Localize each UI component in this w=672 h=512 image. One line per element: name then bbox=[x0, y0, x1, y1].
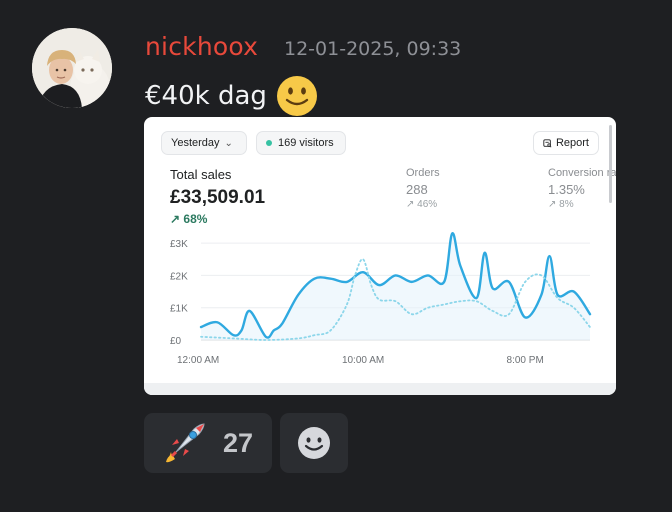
add-reaction-button[interactable] bbox=[280, 413, 348, 473]
x-tick-label: 8:00 PM bbox=[507, 355, 544, 366]
x-tick-label: 12:00 AM bbox=[177, 355, 219, 366]
y-tick-label: £2K bbox=[170, 271, 188, 282]
y-tick-label: £0 bbox=[170, 336, 182, 347]
avatar[interactable] bbox=[32, 28, 112, 108]
message-author[interactable]: nickhoox bbox=[145, 32, 258, 61]
rocket-reaction-count: 27 bbox=[222, 427, 254, 458]
sales-line-chart: £3K £2K £1K £0 12:00 AM 10:00 AM 8:00 PM bbox=[170, 232, 592, 366]
message-text: €40k dag bbox=[145, 81, 267, 111]
rocket-reaction[interactable]: 27 bbox=[144, 413, 272, 473]
rocket-icon bbox=[165, 423, 205, 463]
message-content: €40k dag bbox=[145, 74, 319, 118]
avatar-photo-icon bbox=[32, 28, 112, 108]
add-reaction-smiley-icon bbox=[298, 427, 330, 459]
slightly-smiling-face-icon bbox=[276, 76, 317, 116]
y-tick-label: £1K bbox=[170, 304, 188, 315]
x-tick-label: 10:00 AM bbox=[342, 355, 384, 366]
y-tick-label: £3K bbox=[170, 239, 188, 250]
message-timestamp: 12-01-2025, 09:33 bbox=[284, 38, 462, 60]
embedded-image[interactable]: Yesterday ⌄ 169 visitors Report Total sa… bbox=[144, 117, 616, 395]
embed-footer-band bbox=[144, 383, 616, 395]
